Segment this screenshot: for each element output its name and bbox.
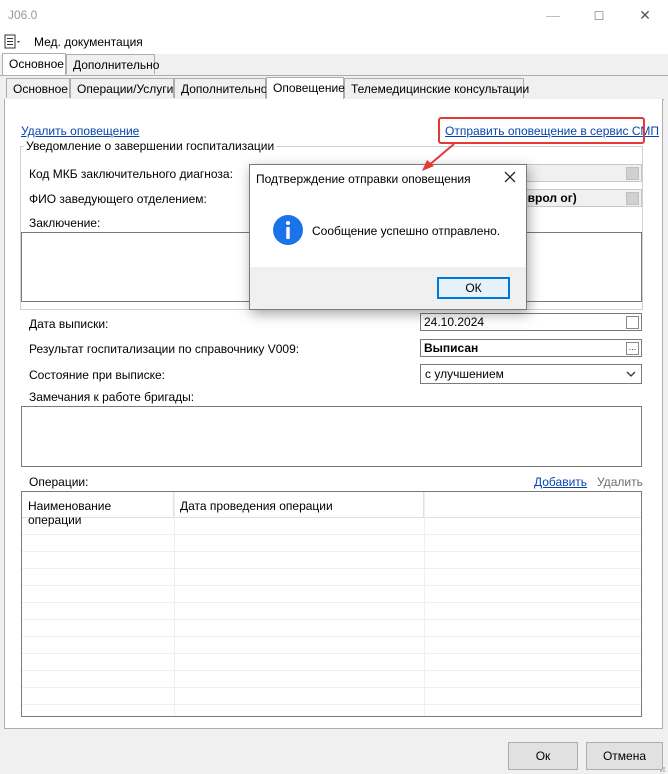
table-row[interactable]	[22, 569, 641, 586]
outer-tabs: Основное Дополнительно	[0, 53, 668, 76]
dialog-footer: ОК	[250, 267, 526, 309]
tab-notification[interactable]: Оповещение	[266, 77, 345, 99]
column-extra[interactable]	[424, 492, 643, 518]
info-icon	[273, 215, 303, 245]
result-label: Результат госпитализации по справочнику …	[29, 342, 300, 356]
tab-operations-services[interactable]: Операции/Услуги	[70, 78, 174, 98]
ellipsis-icon[interactable]: ...	[626, 342, 639, 355]
dialog-ok-button[interactable]: ОК	[437, 277, 510, 299]
table-row[interactable]	[22, 620, 641, 637]
mkb-label: Код МКБ заключительного диагноза:	[29, 167, 233, 181]
tab-inner-main[interactable]: Основное	[6, 78, 70, 98]
delete-notification-link[interactable]: Удалить оповещение	[21, 124, 139, 138]
inner-tabs: Основное Операции/Услуги Дополнительно О…	[4, 77, 664, 100]
group-title: Уведомление о завершении госпитализации	[24, 139, 277, 153]
table-row[interactable]	[22, 535, 641, 552]
table-row[interactable]	[22, 688, 641, 705]
cancel-button[interactable]: Отмена	[586, 742, 663, 770]
head-label: ФИО заведующего отделением:	[29, 192, 207, 206]
head-lookup-button[interactable]	[626, 192, 639, 205]
window-titlebar: J06.0 — □ ✕	[0, 0, 668, 30]
conclusion-label: Заключение:	[29, 216, 101, 230]
calendar-icon[interactable]	[626, 316, 639, 329]
footer-bar: Ок Отмена	[0, 739, 668, 774]
table-row[interactable]	[22, 552, 641, 569]
remarks-textarea[interactable]	[21, 406, 642, 467]
arrow-annotation-icon	[422, 143, 455, 171]
window-title: J06.0	[8, 8, 38, 22]
add-operation-link[interactable]: Добавить	[534, 475, 587, 489]
delete-operation-link[interactable]: Удалить	[597, 475, 643, 489]
minimize-icon[interactable]: —	[530, 0, 576, 30]
tab-telemedicine[interactable]: Телемедицинские консультации	[344, 78, 529, 98]
discharge-date-field[interactable]: 24.10.2024	[420, 313, 642, 331]
tab-inner-additional[interactable]: Дополнительно	[174, 78, 267, 98]
table-row[interactable]	[22, 654, 641, 671]
grid-header: Наименование операции Дата проведения оп…	[22, 492, 643, 527]
state-label: Состояние при выписке:	[29, 368, 166, 382]
result-field[interactable]: Выписан ...	[420, 339, 642, 357]
remarks-label: Замечания к работе бригады:	[29, 390, 195, 404]
column-operation-date[interactable]: Дата проведения операции	[174, 492, 424, 518]
confirmation-dialog: Подтверждение отправки оповещения Сообще…	[249, 164, 527, 310]
resize-grip-icon[interactable]	[654, 763, 666, 773]
mkb-lookup-button[interactable]	[626, 167, 639, 180]
tab-main[interactable]: Основное	[2, 53, 66, 75]
state-select[interactable]: с улучшением	[420, 364, 642, 384]
document-icon[interactable]	[4, 34, 20, 50]
close-icon[interactable]: ✕	[622, 0, 668, 30]
table-row[interactable]	[22, 586, 641, 603]
discharge-date-label: Дата выписки:	[29, 317, 109, 331]
ok-button[interactable]: Ок	[508, 742, 578, 770]
column-operation-name[interactable]: Наименование операции	[22, 492, 174, 527]
table-row[interactable]	[22, 603, 641, 620]
table-row[interactable]	[22, 637, 641, 654]
menubar: Мед. документация	[0, 30, 668, 54]
table-row[interactable]	[22, 671, 641, 688]
table-row[interactable]	[22, 518, 641, 535]
operations-grid[interactable]: Наименование операции Дата проведения оп…	[21, 491, 642, 717]
close-icon[interactable]	[502, 169, 518, 185]
chevron-down-icon	[626, 371, 636, 377]
menu-med-docs[interactable]: Мед. документация	[34, 35, 143, 49]
tab-additional[interactable]: Дополнительно	[66, 54, 159, 74]
maximize-icon[interactable]: □	[576, 0, 622, 30]
dialog-message: Сообщение успешно отправлено.	[312, 224, 501, 238]
operations-label: Операции:	[29, 475, 89, 489]
